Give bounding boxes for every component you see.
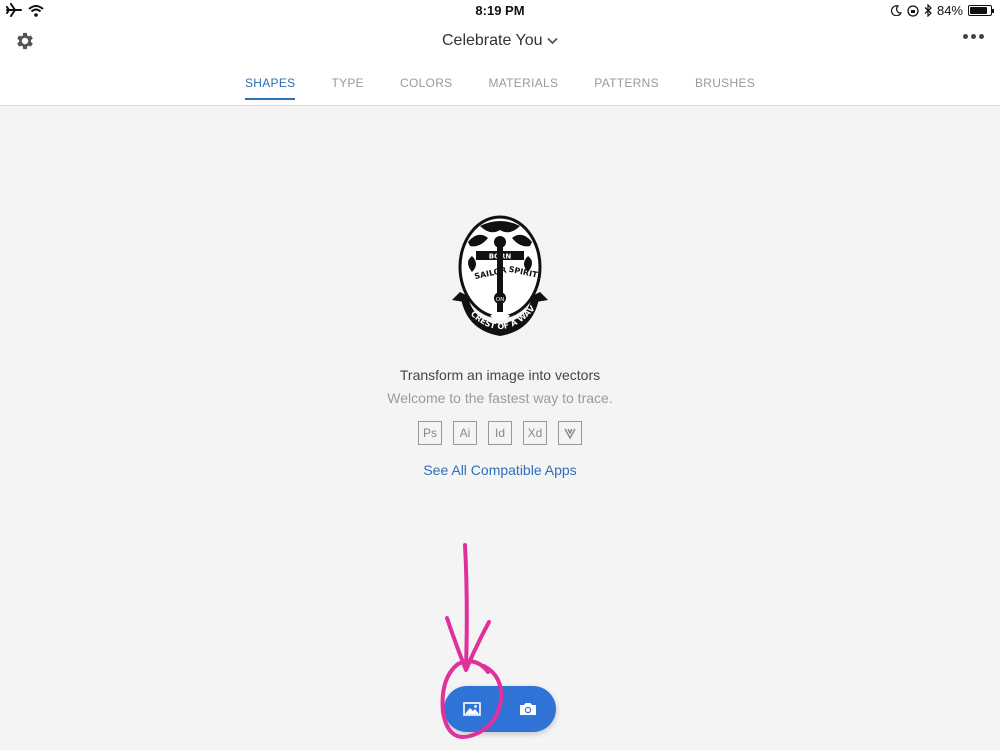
photoshop-app-icon: Ps: [418, 421, 442, 445]
category-tabs: SHAPES TYPE COLORS MATERIALS PATTERNS BR…: [0, 76, 1000, 100]
image-icon: [463, 702, 481, 716]
capture-action-bar: [444, 686, 556, 732]
image-library-button[interactable]: [444, 686, 500, 732]
empty-state-heading: Transform an image into vectors: [399, 367, 601, 383]
top-bar: 8:19 PM 84% Celebrate You SHAPES TYPE CO…: [0, 0, 1000, 106]
status-bar: 8:19 PM 84%: [0, 0, 1000, 22]
chevron-down-icon: [547, 37, 558, 45]
document-title: Celebrate You: [442, 32, 543, 49]
tab-type[interactable]: TYPE: [313, 76, 382, 100]
svg-text:ON: ON: [496, 297, 504, 303]
tab-colors[interactable]: COLORS: [382, 76, 470, 100]
camera-button[interactable]: [500, 686, 556, 732]
battery-percentage: 84%: [936, 3, 963, 18]
empty-state-subheading: Welcome to the fastest way to trace.: [387, 390, 613, 406]
indesign-app-icon: Id: [488, 421, 512, 445]
illustrator-app-icon: Ai: [453, 421, 477, 445]
tab-patterns[interactable]: PATTERNS: [576, 76, 677, 100]
anchor-crest-illustration: BORN SAILOR SPIRIT ON CREST OF A WAVE: [450, 212, 548, 336]
moon-icon: [890, 5, 902, 16]
comp-app-icon: [558, 421, 582, 445]
compatible-apps-row: Ps Ai Id Xd: [0, 421, 1000, 445]
more-options-icon[interactable]: [963, 34, 984, 39]
rotation-lock-icon: [907, 4, 919, 17]
see-all-compatible-apps-link[interactable]: See All Compatible Apps: [423, 462, 576, 478]
camera-icon: [520, 703, 536, 715]
document-title-dropdown[interactable]: Celebrate You: [442, 32, 558, 49]
status-time: 8:19 PM: [475, 3, 525, 18]
tab-brushes[interactable]: BRUSHES: [677, 76, 773, 100]
tab-shapes[interactable]: SHAPES: [227, 76, 314, 100]
battery-icon: [968, 5, 994, 16]
bluetooth-icon: [924, 4, 932, 17]
settings-gear-icon[interactable]: [14, 30, 36, 52]
xd-app-icon: Xd: [523, 421, 547, 445]
tab-materials[interactable]: MATERIALS: [470, 76, 576, 100]
